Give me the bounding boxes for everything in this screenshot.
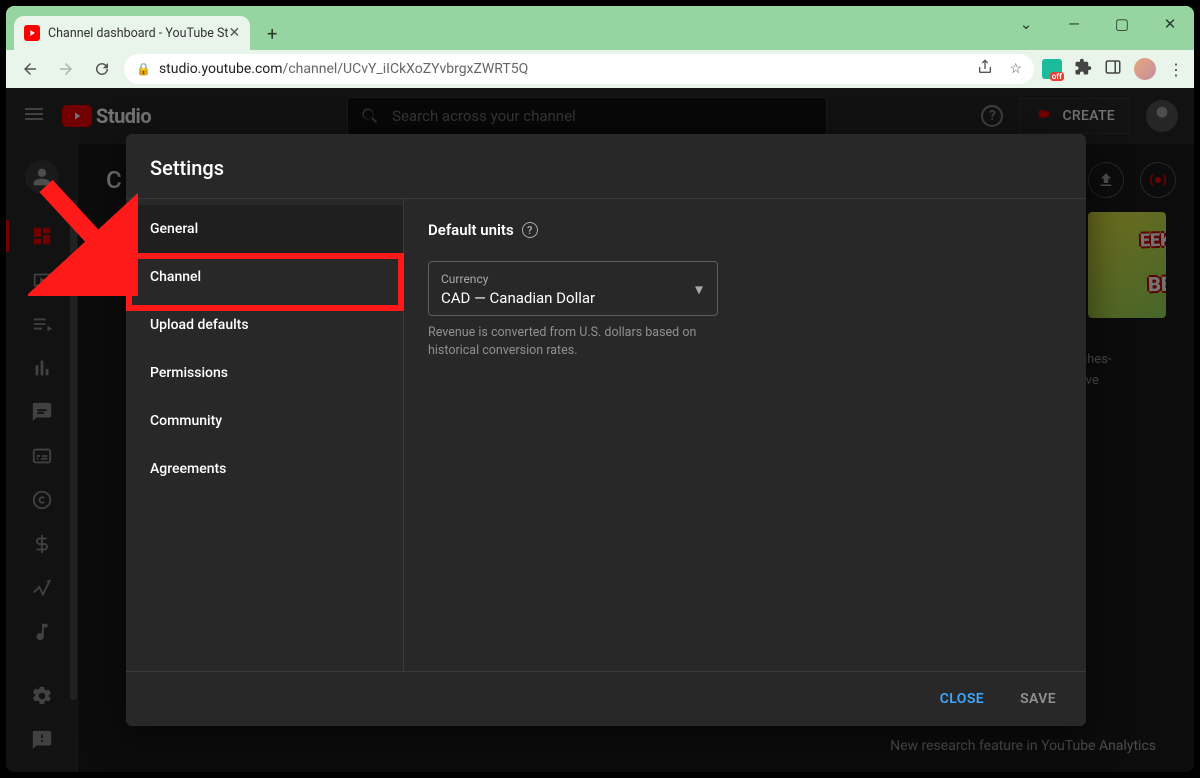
studio-logo[interactable]: Studio (62, 104, 151, 128)
star-icon[interactable]: ☆ (1009, 61, 1022, 77)
settings-nav-permissions[interactable]: Permissions (126, 349, 403, 397)
address-bar[interactable]: 🔒 studio.youtube.com/channel/UCvY_iICkXo… (124, 54, 1034, 84)
dialog-footer: CLOSE SAVE (126, 672, 1086, 726)
browser-tab[interactable]: Channel dashboard - YouTube St ✕ (14, 16, 250, 50)
left-rail (6, 144, 78, 772)
settings-nav-community[interactable]: Community (126, 397, 403, 445)
extension-off-badge[interactable]: off (1042, 59, 1062, 79)
settings-nav: General Channel Upload defaults Permissi… (126, 199, 404, 671)
section-default-units: Default units ? (428, 221, 1062, 239)
reload-button[interactable] (88, 55, 116, 83)
currency-select[interactable]: Currency CAD — Canadian Dollar ▾ (428, 261, 718, 316)
help-tooltip-icon[interactable]: ? (522, 222, 538, 238)
maximize-icon[interactable]: ▢ (1110, 15, 1134, 33)
create-video-icon (1034, 107, 1054, 125)
account-avatar[interactable] (1146, 100, 1178, 132)
url-text: studio.youtube.com/channel/UCvY_iICkXoZY… (159, 61, 528, 77)
settings-nav-general[interactable]: General (126, 205, 403, 253)
rail-scrollbar[interactable] (70, 200, 77, 700)
settings-dialog: Settings General Channel Upload defaults… (126, 134, 1086, 726)
help-icon[interactable]: ? (981, 105, 1003, 127)
back-button[interactable] (16, 55, 44, 83)
create-button[interactable]: CREATE (1019, 98, 1130, 134)
rail-feedback[interactable] (14, 720, 70, 760)
youtube-icon (62, 105, 92, 127)
search-placeholder: Search across your channel (392, 107, 576, 125)
close-window-icon[interactable]: ✕ (1158, 15, 1182, 33)
channel-avatar[interactable] (25, 160, 59, 194)
news-thumbnail: EEK BE (1088, 212, 1166, 318)
go-live-chip[interactable] (1140, 162, 1176, 198)
currency-label: Currency (441, 272, 488, 286)
rail-audio[interactable] (14, 612, 70, 652)
lock-icon: 🔒 (136, 62, 151, 76)
upload-chip[interactable] (1088, 162, 1124, 198)
rail-playlists[interactable] (14, 304, 70, 344)
profile-avatar-icon[interactable] (1134, 58, 1156, 80)
browser-toolbar: 🔒 studio.youtube.com/channel/UCvY_iICkXo… (6, 50, 1194, 88)
search-input[interactable]: Search across your channel (347, 97, 827, 135)
rail-copyright[interactable] (14, 480, 70, 520)
panel-icon[interactable] (1104, 58, 1122, 80)
settings-nav-channel[interactable]: Channel (126, 253, 403, 301)
hamburger-icon[interactable] (22, 102, 46, 130)
tab-title: Channel dashboard - YouTube St (48, 26, 229, 41)
youtube-favicon (24, 25, 40, 41)
rail-monetization[interactable] (14, 524, 70, 564)
dropdown-arrow-icon: ▾ (695, 279, 703, 298)
share-icon[interactable] (977, 59, 993, 79)
titlebar: Channel dashboard - YouTube St ✕ + ⌄ — ▢… (6, 6, 1194, 50)
rail-content[interactable] (14, 260, 70, 300)
extensions-icon[interactable] (1074, 58, 1092, 80)
dialog-title: Settings (126, 134, 1086, 198)
create-label: CREATE (1062, 108, 1115, 124)
settings-nav-agreements[interactable]: Agreements (126, 445, 403, 493)
news-footer: New research feature in YouTube Analytic… (890, 738, 1156, 754)
tab-close-icon[interactable]: ✕ (229, 25, 241, 41)
thumb-text-1: EEK (1140, 229, 1166, 251)
rail-comments[interactable] (14, 392, 70, 432)
rail-subtitles[interactable] (14, 436, 70, 476)
minimize-icon[interactable]: — (1062, 15, 1086, 33)
browser-window: Channel dashboard - YouTube St ✕ + ⌄ — ▢… (6, 6, 1194, 772)
settings-content: Default units ? Currency CAD — Canadian … (404, 199, 1086, 671)
extension-icons: off ⋮ (1042, 58, 1184, 80)
rail-analytics[interactable] (14, 348, 70, 388)
kebab-menu-icon[interactable]: ⋮ (1168, 60, 1184, 79)
thumb-text-2: BE (1147, 272, 1166, 297)
save-button[interactable]: SAVE (1014, 690, 1062, 708)
search-icon (360, 106, 380, 126)
currency-help-text: Revenue is converted from U.S. dollars b… (428, 324, 728, 359)
rail-settings[interactable] (14, 676, 70, 716)
window-controls: ⌄ — ▢ ✕ (1014, 6, 1194, 42)
settings-nav-upload[interactable]: Upload defaults (126, 301, 403, 349)
logo-text: Studio (96, 104, 151, 128)
dropdown-icon[interactable]: ⌄ (1014, 15, 1038, 33)
new-tab-button[interactable]: + (258, 20, 286, 48)
currency-value: CAD — Canadian Dollar (441, 289, 705, 307)
rail-customization[interactable] (14, 568, 70, 608)
forward-button[interactable] (52, 55, 80, 83)
close-button[interactable]: CLOSE (934, 690, 990, 708)
rail-dashboard[interactable] (14, 216, 70, 256)
